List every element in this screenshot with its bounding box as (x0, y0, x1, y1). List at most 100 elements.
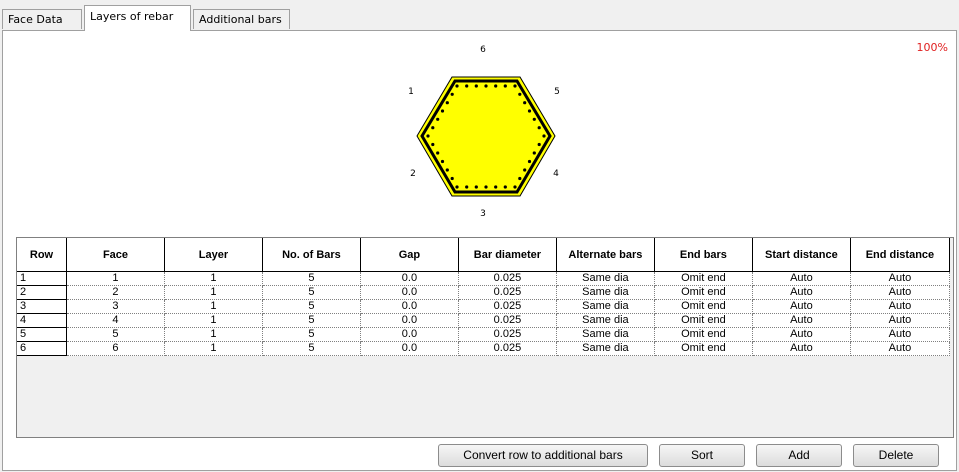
column-header-start-distance[interactable]: Start distance (752, 238, 851, 272)
rebar-marker-29 (440, 159, 445, 164)
cell-layer[interactable]: 1 (164, 313, 263, 328)
cell-layer[interactable]: 1 (164, 327, 263, 342)
section-preview: 6 1 5 2 4 3 (408, 45, 560, 219)
tab-additional-bars[interactable]: Additional bars (193, 9, 290, 29)
column-header-alternate-bars[interactable]: Alternate bars (556, 238, 655, 272)
rebar-marker-21 (518, 176, 522, 181)
cell-bar-diameter[interactable]: 0.025 (458, 271, 557, 286)
rebar-marker-3 (542, 134, 546, 138)
column-header-bar-diameter[interactable]: Bar diameter (458, 238, 557, 272)
cell-no-of-bars[interactable]: 5 (262, 299, 361, 314)
cell-gap[interactable]: 0.0 (360, 327, 459, 342)
rebar-marker-20 (523, 168, 527, 172)
cell-start-distance[interactable]: Auto (752, 271, 851, 286)
tab-face-data[interactable]: Face Data (2, 9, 82, 29)
cell-bar-diameter[interactable]: 0.025 (458, 327, 557, 342)
rebar-marker-34 (440, 109, 445, 113)
column-header-gap[interactable]: Gap (360, 238, 459, 272)
rebar-marker-28 (445, 168, 449, 172)
cell-bar-diameter[interactable]: 0.025 (458, 313, 557, 328)
column-header-face[interactable]: Face (66, 238, 165, 272)
cell-start-distance[interactable]: Auto (752, 299, 851, 314)
cell-face[interactable]: 1 (66, 271, 165, 286)
rebar-layers-grid[interactable]: Row Face Layer No. of Bars Gap Bar diameter Al… (16, 237, 954, 438)
cell-bar-diameter[interactable]: 0.025 (458, 299, 557, 314)
cell-gap[interactable]: 0.0 (360, 271, 459, 286)
column-header-end-bars[interactable]: End bars (654, 238, 753, 272)
cell-alternate-bars[interactable]: Same dia (556, 271, 655, 286)
column-header-no-of-bars[interactable]: No. of Bars (262, 238, 361, 272)
face-label-3: 3 (480, 209, 486, 219)
cell-face[interactable]: 4 (66, 313, 165, 328)
cell-alternate-bars[interactable]: Same dia (556, 313, 655, 328)
face-label-4: 4 (553, 169, 559, 179)
cell-row[interactable]: 5 (17, 327, 67, 342)
cell-end-distance[interactable]: Auto (850, 271, 951, 286)
cell-end-bars[interactable]: Omit end (654, 313, 753, 328)
cell-no-of-bars[interactable]: 5 (262, 327, 361, 342)
cell-gap[interactable]: 0.0 (360, 299, 459, 314)
table-header-row: Row Face Layer No. of Bars Gap Bar diameter Al… (17, 238, 951, 272)
tab-layers-of-rebar[interactable]: Layers of rebar (84, 5, 191, 31)
cell-row[interactable]: 1 (17, 271, 67, 286)
cell-row[interactable]: 3 (17, 299, 67, 314)
cell-bar-diameter[interactable]: 0.025 (458, 341, 557, 356)
section-outer-outline (416, 76, 556, 197)
cell-start-distance[interactable]: Auto (752, 313, 851, 328)
cell-no-of-bars[interactable]: 5 (262, 313, 361, 328)
cell-no-of-bars[interactable]: 5 (262, 285, 361, 300)
add-button[interactable]: Add (756, 444, 842, 467)
table-row[interactable]: 4 4 1 5 0.0 0.025 Same dia Omit end Auto Auto (17, 313, 951, 328)
column-header-layer[interactable]: Layer (164, 238, 263, 272)
cell-layer[interactable]: 1 (164, 285, 263, 300)
cell-face[interactable]: 6 (66, 341, 165, 356)
cell-end-distance[interactable]: Auto (850, 341, 951, 356)
cell-face[interactable]: 5 (66, 327, 165, 342)
sort-button[interactable]: Sort (659, 444, 745, 467)
cell-row[interactable]: 2 (17, 285, 67, 300)
cell-start-distance[interactable]: Auto (752, 285, 851, 300)
column-header-row[interactable]: Row (17, 238, 67, 272)
column-header-end-distance[interactable]: End distance (850, 238, 951, 272)
face-label-5: 5 (554, 87, 560, 97)
table-row[interactable]: 3 3 1 5 0.0 0.025 Same dia Omit end Auto Auto (17, 299, 951, 314)
cell-layer[interactable]: 1 (164, 341, 263, 356)
cell-end-distance[interactable]: Auto (850, 327, 951, 342)
cell-row[interactable]: 6 (17, 341, 67, 356)
cell-end-distance[interactable]: Auto (850, 285, 951, 300)
rebar-marker-32 (431, 126, 435, 130)
cell-no-of-bars[interactable]: 5 (262, 341, 361, 356)
cell-face[interactable]: 2 (66, 285, 165, 300)
cell-face[interactable]: 3 (66, 299, 165, 314)
cell-end-distance[interactable]: Auto (850, 313, 951, 328)
cell-alternate-bars[interactable]: Same dia (556, 299, 655, 314)
cell-gap[interactable]: 0.0 (360, 341, 459, 356)
delete-button[interactable]: Delete (853, 444, 939, 467)
cell-start-distance[interactable]: Auto (752, 327, 851, 342)
cell-row[interactable]: 4 (17, 313, 67, 328)
cell-gap[interactable]: 0.0 (360, 313, 459, 328)
cell-start-distance[interactable]: Auto (752, 341, 851, 356)
rebar-marker-1 (455, 84, 459, 88)
rebar-marker-4 (513, 185, 517, 189)
table-row[interactable]: 6 6 1 5 0.0 0.025 Same dia Omit end Auto Auto (17, 341, 951, 356)
table-row[interactable]: 5 5 1 5 0.0 0.025 Same dia Omit end Auto Auto (17, 327, 951, 342)
cell-gap[interactable]: 0.0 (360, 285, 459, 300)
convert-row-to-additional-bars-button[interactable]: Convert row to additional bars (438, 444, 648, 467)
cell-end-bars[interactable]: Omit end (654, 299, 753, 314)
cell-end-distance[interactable]: Auto (850, 299, 951, 314)
cell-end-bars[interactable]: Omit end (654, 271, 753, 286)
cell-layer[interactable]: 1 (164, 299, 263, 314)
cell-end-bars[interactable]: Omit end (654, 341, 753, 356)
cell-alternate-bars[interactable]: Same dia (556, 285, 655, 300)
table-row[interactable]: 1 1 1 5 0.0 0.025 Same dia Omit end Auto Auto (17, 271, 951, 286)
cell-alternate-bars[interactable]: Same dia (556, 341, 655, 356)
cell-no-of-bars[interactable]: 5 (262, 271, 361, 286)
rebar-marker-18 (532, 151, 536, 155)
cell-layer[interactable]: 1 (164, 271, 263, 286)
table-row[interactable]: 2 2 1 5 0.0 0.025 Same dia Omit end Auto Auto (17, 285, 951, 300)
cell-end-bars[interactable]: Omit end (654, 327, 753, 342)
cell-alternate-bars[interactable]: Same dia (556, 327, 655, 342)
cell-bar-diameter[interactable]: 0.025 (458, 285, 557, 300)
cell-end-bars[interactable]: Omit end (654, 285, 753, 300)
